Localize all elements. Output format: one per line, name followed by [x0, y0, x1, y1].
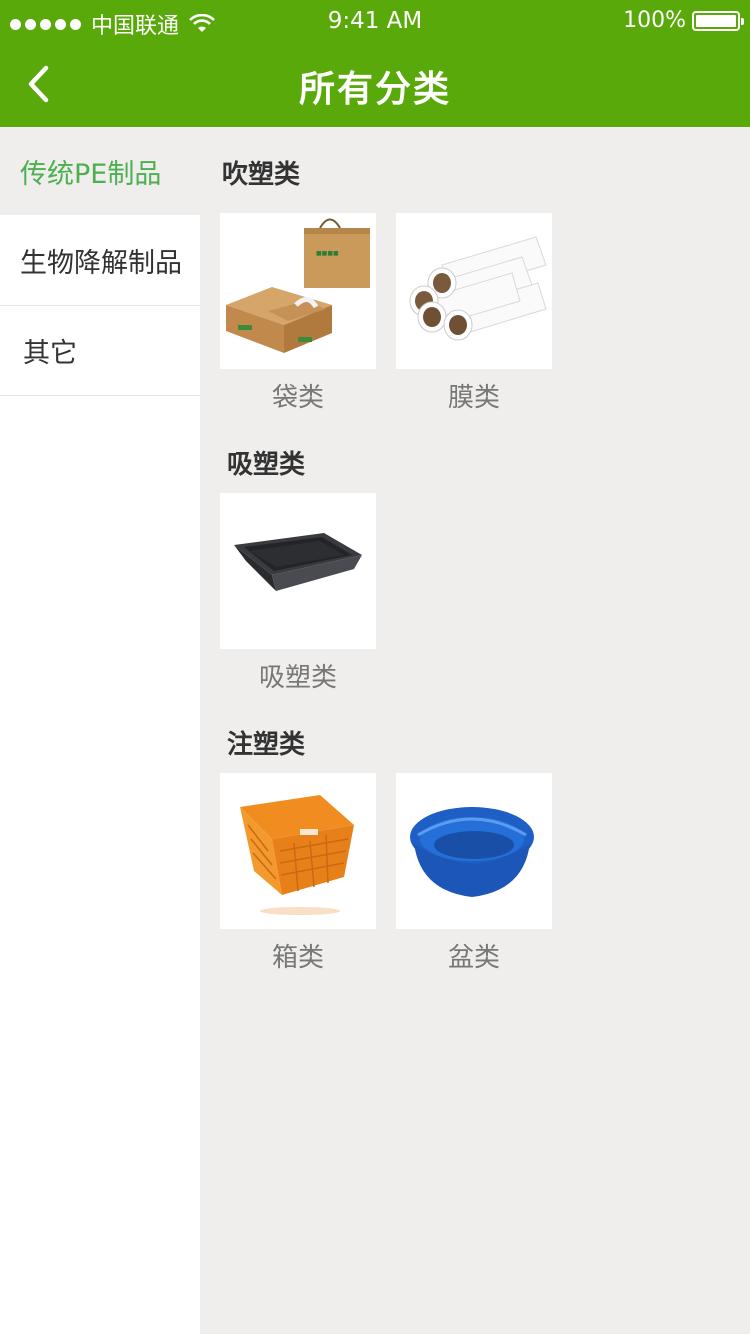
bags-image: ■■■■: [220, 213, 376, 369]
category-tile-film[interactable]: 膜类: [396, 213, 552, 414]
category-content: 吹塑类 ■■■■ 袋类 膜类 吸塑类 吸塑类 注塑类 箱类 盆类: [200, 127, 750, 1334]
section-title: 吸塑类: [227, 450, 306, 480]
section-title: 吹塑类: [222, 160, 301, 190]
page-title: 所有分类: [298, 69, 451, 110]
sidebar-item-label: 其它: [23, 338, 77, 369]
tile-label: 吸塑类: [258, 663, 337, 693]
svg-text:■■■■: ■■■■: [316, 250, 339, 257]
sidebar-item-label: 生物降解制品: [20, 247, 182, 279]
sidebar-item-label: 传统PE制品: [20, 158, 162, 190]
category-tile-bags[interactable]: ■■■■ 袋类: [220, 213, 376, 414]
battery-percent: 100%: [623, 8, 686, 33]
nav-bar: 所有分类: [0, 42, 750, 127]
category-sidebar: 传统PE制品 生物降解制品 其它: [0, 127, 200, 1334]
top-bar: 中国联通 9:41 AM 100% 所有分类: [0, 0, 750, 127]
film-rolls-image: [396, 213, 552, 369]
status-bar: 中国联通 9:41 AM 100%: [0, 0, 750, 42]
category-tile-basin[interactable]: 盆类: [396, 773, 552, 974]
basin-image: [396, 773, 552, 929]
battery-icon: [692, 10, 744, 31]
tile-label: 袋类: [271, 383, 324, 413]
category-tile-tray[interactable]: 吸塑类: [220, 493, 376, 694]
sidebar-item-other[interactable]: 其它: [0, 306, 200, 396]
tile-label: 膜类: [447, 383, 500, 413]
status-right: 100%: [623, 8, 744, 33]
tray-image: [220, 493, 376, 649]
sidebar-item-traditional-pe[interactable]: 传统PE制品: [0, 127, 200, 215]
section-title: 注塑类: [227, 730, 306, 760]
category-tile-crate[interactable]: 箱类: [220, 773, 376, 974]
tile-label: 箱类: [271, 943, 324, 973]
crate-image: [220, 773, 376, 929]
tile-label: 盆类: [447, 943, 500, 973]
sidebar-item-biodegradable[interactable]: 生物降解制品: [0, 215, 200, 306]
